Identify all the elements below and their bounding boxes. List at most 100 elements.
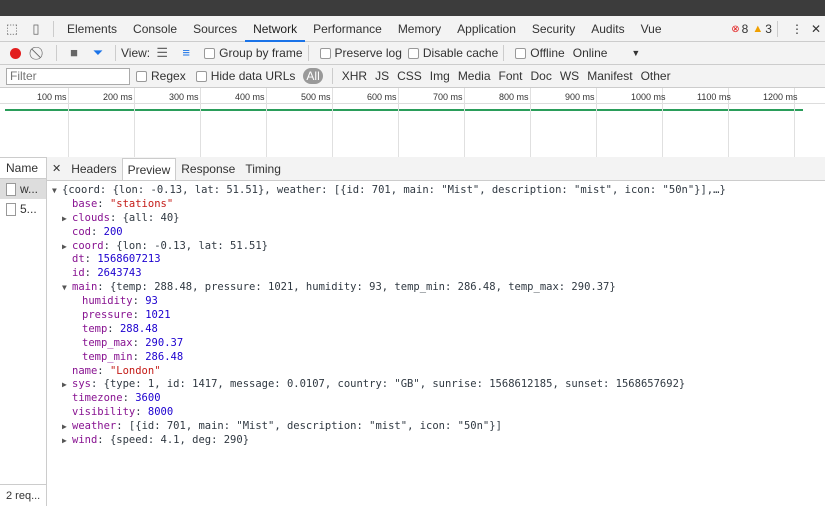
filter-type-doc[interactable]: Doc [531,69,552,83]
throttling-select[interactable]: Online [573,46,608,60]
filter-icon[interactable]: ⏷ [91,46,105,60]
tab-security[interactable]: Security [524,16,583,42]
timeline-divider [0,103,825,104]
expand-triangle-closed-icon[interactable]: ▶ [62,378,72,392]
timeline-gridline [332,88,333,157]
tab-timing[interactable]: Timing [240,158,286,180]
filter-bar: Regex Hide data URLs All XHR JS CSS Img Media… [0,65,825,88]
json-value: 1568607213 [97,253,161,266]
filter-type-img[interactable]: Img [430,69,450,83]
request-timing-bar [5,109,803,111]
json-line: dt: 1568607213 [72,253,161,266]
timeline-tick-label: 600 ms [367,92,397,102]
tab-headers[interactable]: Headers [66,158,121,180]
json-value: 93 [145,295,158,308]
expand-triangle-closed-icon[interactable]: ▶ [62,420,72,434]
expand-triangle-closed-icon[interactable]: ▶ [62,240,72,254]
filter-type-js[interactable]: JS [375,69,389,83]
timeline-tick-label: 1200 ms [763,92,798,102]
json-line: temp_max: 290.37 [82,336,184,349]
tab-console[interactable]: Console [125,16,185,42]
error-count[interactable]: 8 [742,22,749,36]
filter-type-css[interactable]: CSS [397,69,422,83]
network-overview-timeline[interactable]: 100 ms 200 ms 300 ms 400 ms 500 ms 600 ms 700 … [0,88,825,158]
json-key: cod [72,225,91,238]
view-label: View: [121,46,151,60]
filter-type-media[interactable]: Media [458,69,491,83]
filter-type-font[interactable]: Font [499,69,523,83]
close-icon[interactable]: ✕ [811,22,821,36]
json-value: 200 [103,225,123,238]
request-row[interactable]: w... [0,179,46,199]
preserve-log-checkbox[interactable] [319,47,331,59]
tab-sources[interactable]: Sources [185,16,245,42]
regex-checkbox[interactable] [136,70,147,82]
filter-type-other[interactable]: Other [641,69,671,83]
offline-checkbox[interactable] [515,47,527,59]
filter-type-all[interactable]: All [303,68,323,84]
tab-elements[interactable]: Elements [59,16,125,42]
large-rows-icon[interactable]: ☰ [155,46,169,60]
name-column-header[interactable]: Name [0,157,46,179]
chevron-down-icon[interactable]: ▼ [631,48,640,58]
capture-screenshots-icon[interactable]: ■ [67,46,81,60]
json-line[interactable]: ▶ wind: {speed: 4.1, deg: 290} [47,434,825,448]
json-line[interactable]: ▼ {coord: {lon: -0.13, lat: 51.51}, weath… [47,184,825,198]
divider [503,45,505,61]
json-line: temp: 288.48 [82,322,158,335]
filter-type-manifest[interactable]: Manifest [587,69,632,83]
record-icon[interactable] [10,47,21,59]
filter-input[interactable] [6,67,130,85]
tab-application[interactable]: Application [449,16,524,42]
expand-triangle-open-icon[interactable]: ▼ [62,281,72,295]
file-icon [6,183,16,197]
json-key: id [72,267,85,280]
device-toolbar-icon[interactable]: ▯ [29,21,43,36]
json-key: humidity [82,295,133,308]
divider [776,21,778,37]
expand-triangle-closed-icon[interactable]: ▶ [62,434,72,448]
close-detail-icon[interactable]: ✕ [47,158,66,180]
error-icon[interactable]: ⊗ [731,24,739,35]
disable-cache-checkbox[interactable] [407,47,419,59]
divider [331,68,333,84]
group-by-frame-checkbox[interactable] [204,47,216,59]
tab-performance[interactable]: Performance [305,16,390,42]
json-line[interactable]: ▶ clouds: {all: 40} [47,212,825,226]
json-value: "stations" [109,197,174,210]
json-line[interactable]: ▶ weather: [{id: 701, main: "Mist", descr… [47,420,825,434]
expand-triangle-closed-icon[interactable]: ▶ [62,212,72,226]
request-row[interactable]: 5... [0,199,46,219]
request-detail-panel: ✕ Headers Preview Response Timing ▼ {coord: … [47,157,825,506]
divider [115,45,116,61]
tab-network[interactable]: Network [245,16,306,42]
tab-audits[interactable]: Audits [583,16,632,42]
waterfall-icon[interactable]: ≡ [179,46,193,60]
clear-icon[interactable]: ⃠ [32,46,46,60]
hide-data-urls-checkbox[interactable] [195,70,207,82]
expand-triangle-open-icon[interactable]: ▼ [52,184,62,198]
tab-preview[interactable]: Preview [121,158,177,180]
json-value: "London" [109,364,161,377]
filter-type-ws[interactable]: WS [560,69,579,83]
inspect-element-icon[interactable]: ⬚ [5,21,19,36]
json-line[interactable]: ▶ sys: {type: 1, id: 1417, message: 0.010… [47,378,825,392]
json-key: temp_max [82,336,133,349]
json-value: {coord: {lon: -0.13, lat: 51.51}, weathe… [62,184,726,196]
divider [53,20,54,37]
tab-response[interactable]: Response [176,158,240,180]
tab-memory[interactable]: Memory [390,16,449,42]
group-by-frame-label: Group by frame [219,46,303,60]
tab-vue[interactable]: Vue [633,16,670,42]
json-line[interactable]: ▼ main: {temp: 288.48, pressure: 1021, hu… [47,281,825,295]
json-value: 290.37 [145,336,184,349]
json-line[interactable]: ▶ coord: {lon: -0.13, lat: 51.51} [47,240,825,254]
timeline-tick-label: 1100 ms [697,92,731,102]
warning-icon[interactable]: ▲ [752,23,763,35]
warning-count[interactable]: 3 [765,22,772,36]
more-menu-icon[interactable]: ⋮ [791,22,803,36]
disable-cache-label: Disable cache [422,46,499,60]
filter-type-xhr[interactable]: XHR [342,69,367,83]
json-key: visibility [72,406,136,419]
json-value: 1021 [145,309,171,322]
